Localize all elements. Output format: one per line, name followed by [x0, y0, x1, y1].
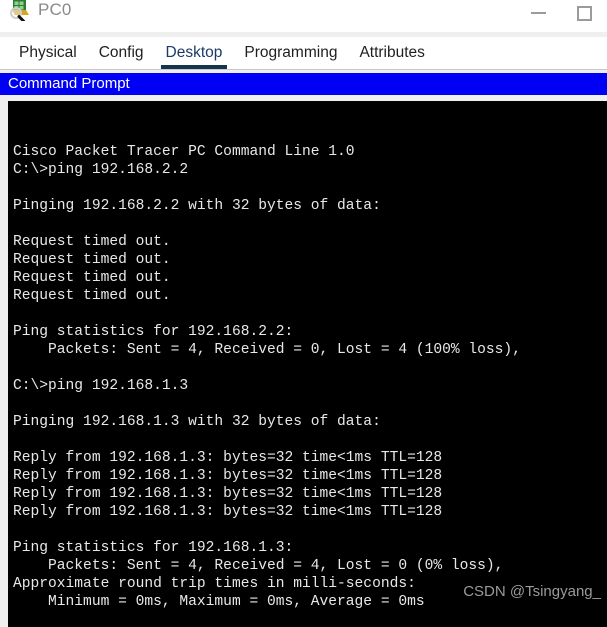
tab-config[interactable]: Config [88, 37, 155, 69]
terminal-line: Request timed out. [13, 288, 171, 304]
terminal-line: Ping statistics for 192.168.2.2: [13, 324, 294, 340]
terminal-line: Pinging 192.168.1.3 with 32 bytes of dat… [13, 414, 381, 430]
terminal-line: Reply from 192.168.1.3: bytes=32 time<1m… [13, 486, 443, 502]
window-title: PC0 [38, 0, 72, 19]
pc0-device-window: PC0 Physical Config Desktop Programming … [0, 0, 607, 627]
terminal-line: Packets: Sent = 4, Received = 0, Lost = … [13, 342, 521, 358]
terminal-line: Request timed out. [13, 270, 171, 286]
terminal-line: C:\>ping 192.168.2.2 [13, 162, 189, 178]
tabstrip-container: Physical Config Desktop Programming Attr… [0, 32, 607, 70]
terminal-line: Ping statistics for 192.168.1.3: [13, 540, 294, 556]
terminal-line: Minimum = 0ms, Maximum = 0ms, Average = … [13, 594, 425, 610]
command-prompt-title: Command Prompt [8, 75, 130, 92]
tab-physical[interactable]: Physical [8, 37, 88, 69]
tab-programming[interactable]: Programming [233, 37, 348, 69]
maximize-icon [576, 5, 592, 21]
terminal-line: C:\>ping 192.168.1.3 [13, 378, 189, 394]
minimize-icon [530, 12, 546, 14]
terminal-line: Request timed out. [13, 252, 171, 268]
desktop-tab-panel: Command Prompt Cisco Packet Tracer PC Co… [0, 70, 607, 627]
maximize-button[interactable] [561, 0, 607, 26]
terminal-line: Reply from 192.168.1.3: bytes=32 time<1m… [13, 504, 443, 520]
terminal-line: Cisco Packet Tracer PC Command Line 1.0 [13, 144, 355, 160]
window-controls [515, 0, 607, 26]
terminal-line: Reply from 192.168.1.3: bytes=32 time<1m… [13, 468, 443, 484]
terminal-line: Reply from 192.168.1.3: bytes=32 time<1m… [13, 450, 443, 466]
titlebar-left-group: PC0 [0, 0, 71, 24]
terminal-line: Request timed out. [13, 234, 171, 250]
terminal-line: Approximate round trip times in milli-se… [13, 576, 416, 592]
packet-tracer-pc-icon [9, 0, 31, 23]
terminal-line: Packets: Sent = 4, Received = 4, Lost = … [13, 558, 504, 574]
device-tabs: Physical Config Desktop Programming Attr… [0, 37, 607, 70]
terminal-line: Pinging 192.168.2.2 with 32 bytes of dat… [13, 198, 381, 214]
tab-attributes[interactable]: Attributes [348, 37, 435, 69]
command-prompt-terminal[interactable]: Cisco Packet Tracer PC Command Line 1.0 C… [8, 101, 607, 627]
window-titlebar: PC0 [0, 0, 607, 32]
minimize-button[interactable] [515, 0, 561, 26]
tab-desktop[interactable]: Desktop [155, 37, 234, 69]
command-prompt-titlebar: Command Prompt [0, 73, 607, 95]
